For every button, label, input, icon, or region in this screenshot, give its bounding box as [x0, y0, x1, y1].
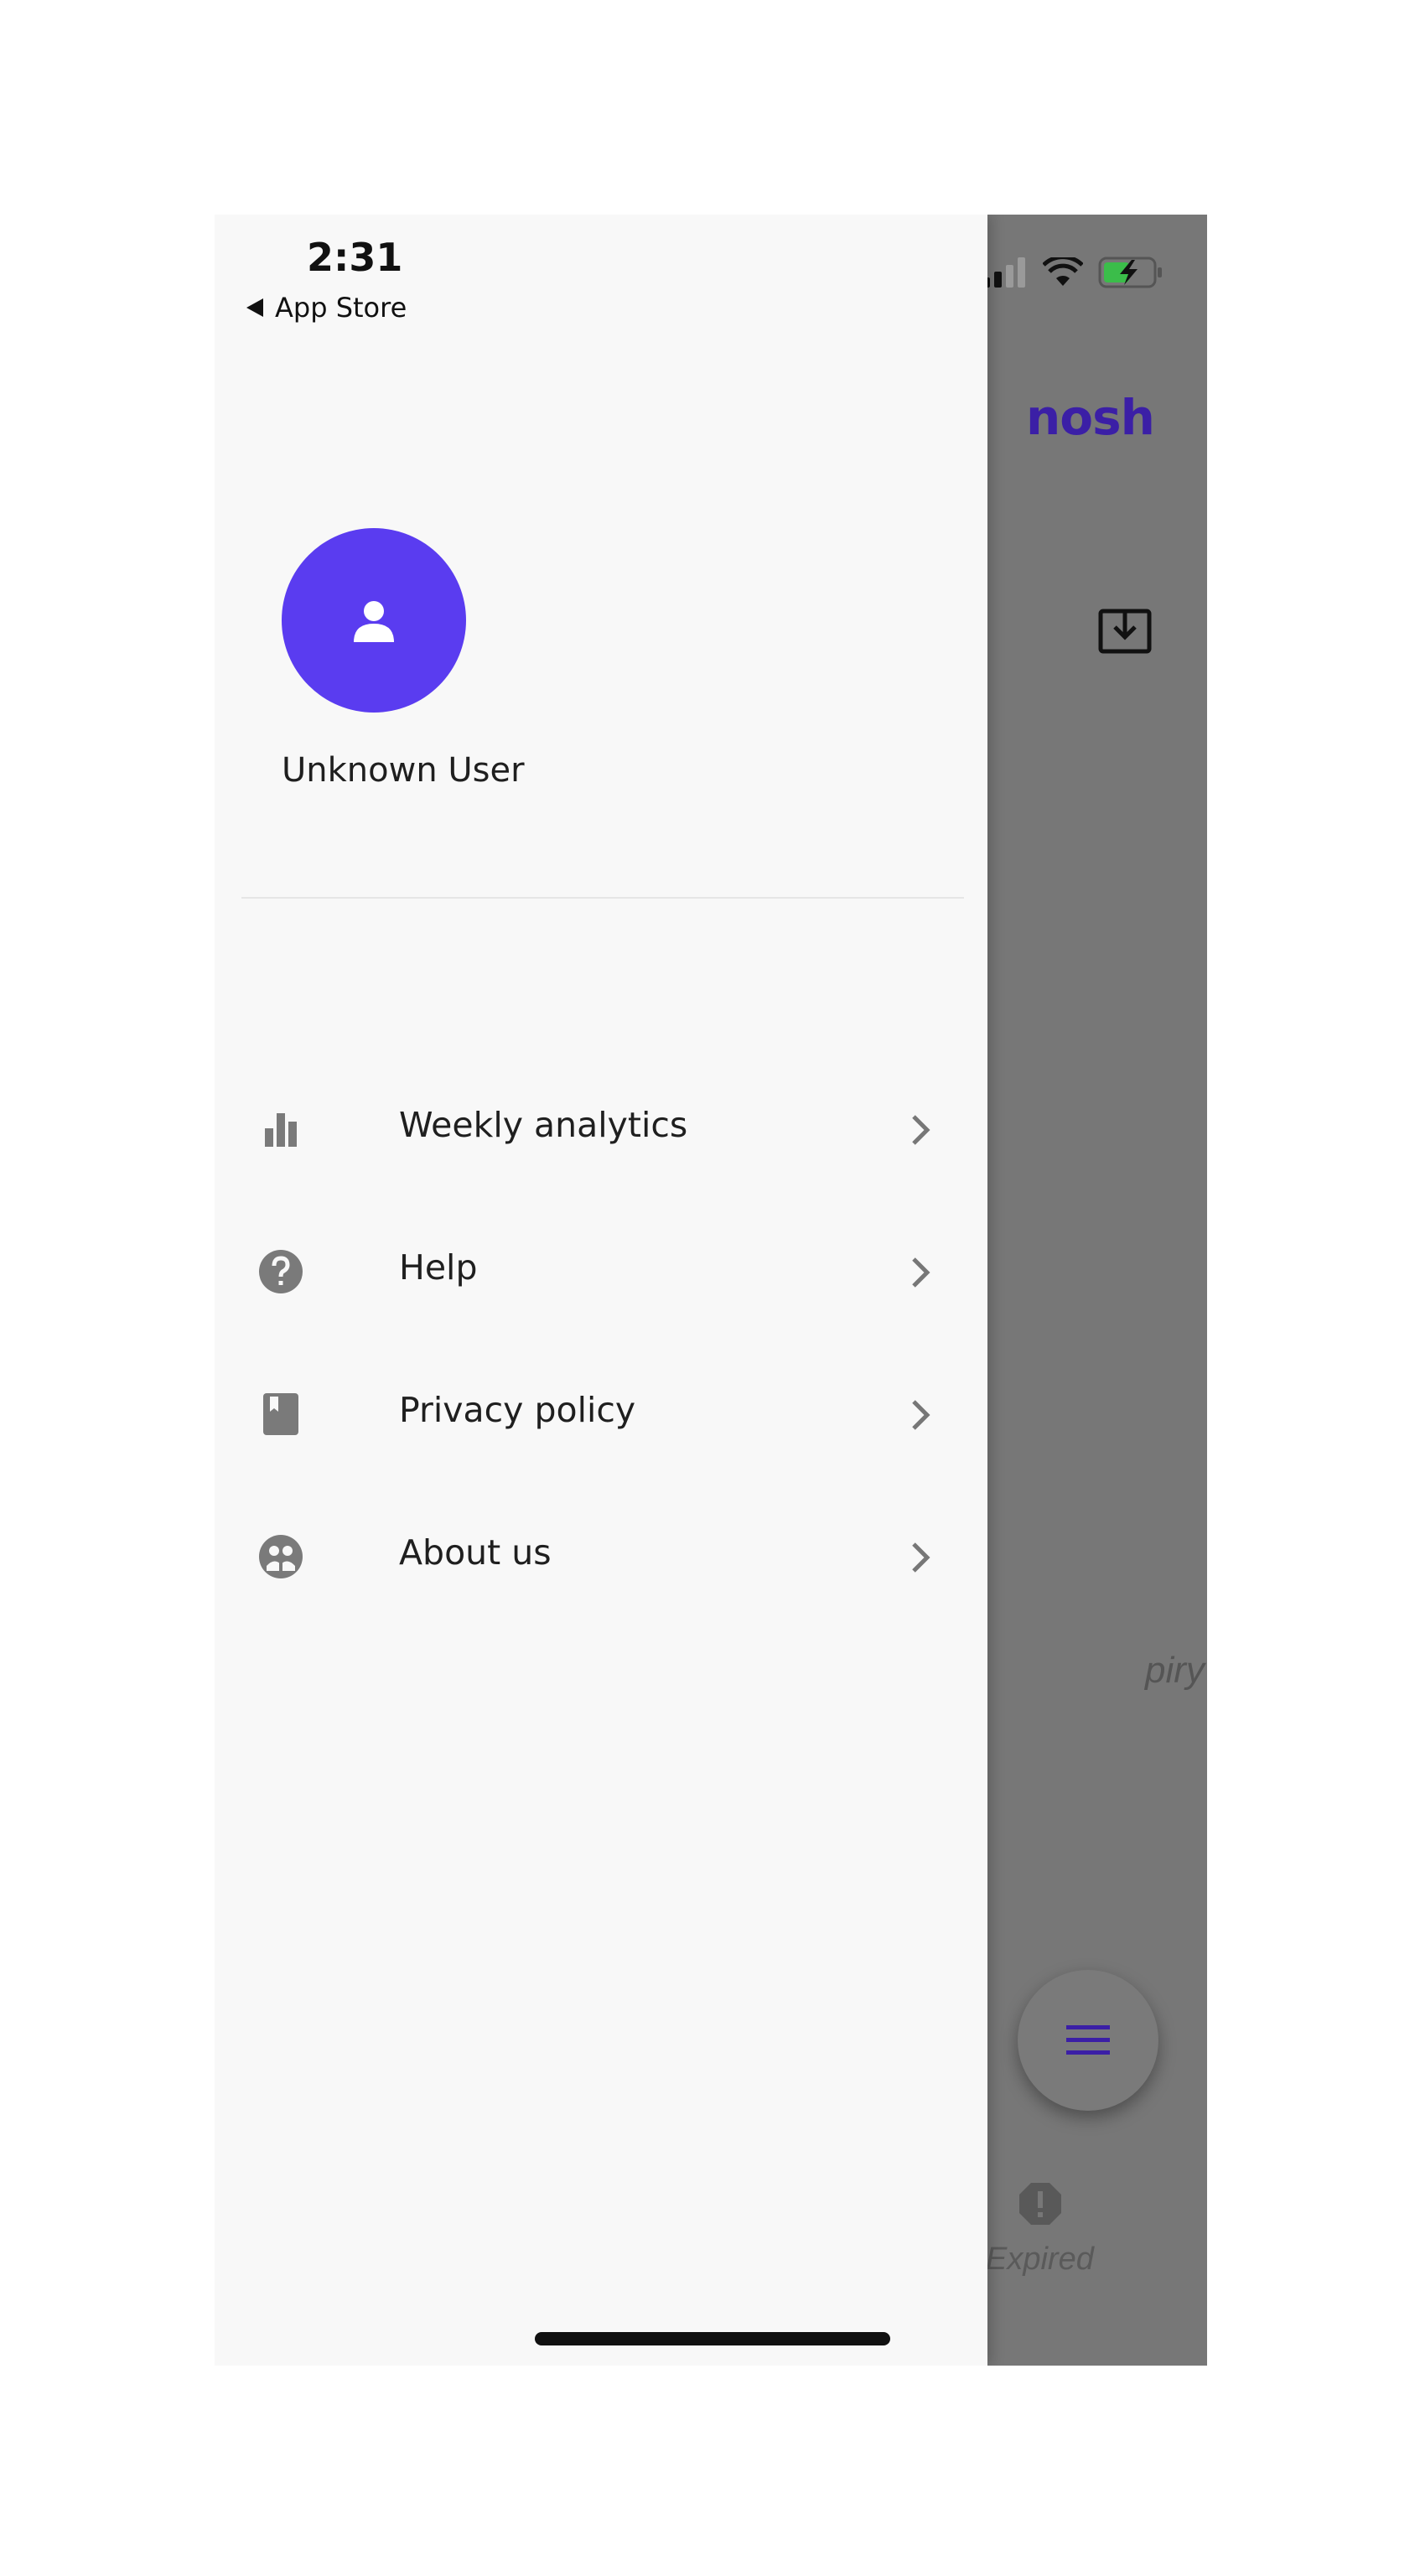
user-name: Unknown User: [282, 751, 525, 790]
cellular-signal-icon: [982, 257, 1025, 288]
chevron-right-icon: [912, 1542, 930, 1573]
chevron-right-icon: [912, 1115, 930, 1145]
menu-item-weekly-analytics[interactable]: Weekly analytics: [215, 1061, 987, 1204]
back-label: App Store: [275, 292, 407, 324]
avatar[interactable]: [282, 528, 466, 713]
person-icon: [354, 601, 394, 642]
status-time: 2:31: [307, 235, 403, 280]
expiry-text-fragment: piry: [1145, 1650, 1205, 1691]
menu-item-label: Privacy policy: [399, 1390, 636, 1430]
divider: [241, 897, 964, 899]
help-icon: [259, 1250, 303, 1293]
menu-icon: [1066, 2025, 1110, 2055]
book-icon: [263, 1393, 298, 1435]
menu-item-help[interactable]: Help: [215, 1204, 987, 1346]
menu-item-about-us[interactable]: About us: [215, 1489, 987, 1631]
warning-icon: [1019, 2183, 1061, 2225]
menu-item-label: About us: [399, 1532, 552, 1573]
status-icons: [982, 257, 1163, 288]
menu-item-privacy-policy[interactable]: Privacy policy: [215, 1346, 987, 1489]
bar-chart-icon: [265, 1113, 297, 1147]
chevron-right-icon: [912, 1257, 930, 1288]
navigation-drawer: 2:31 App Store Unknown User Weekly analy…: [215, 215, 987, 2366]
people-icon: [259, 1535, 303, 1578]
wifi-icon: [1043, 257, 1083, 286]
back-to-app-store[interactable]: App Store: [246, 292, 407, 324]
phone-screen: nosh piry Expired 2:31 App Store Unknown…: [215, 215, 1207, 2366]
drawer-menu: Weekly analytics Help Privacy policy Abo…: [215, 1061, 987, 1631]
home-indicator[interactable]: [535, 2332, 890, 2345]
battery-charging-icon: [1098, 257, 1162, 288]
download-icon[interactable]: [1098, 609, 1152, 654]
chevron-right-icon: [912, 1400, 930, 1430]
expired-label: Expired: [986, 2242, 1094, 2277]
menu-item-label: Weekly analytics: [399, 1105, 688, 1145]
menu-item-label: Help: [399, 1247, 478, 1288]
app-logo: nosh: [1026, 389, 1155, 446]
back-triangle-icon: [246, 298, 263, 317]
menu-fab-button[interactable]: [1018, 1970, 1158, 2111]
